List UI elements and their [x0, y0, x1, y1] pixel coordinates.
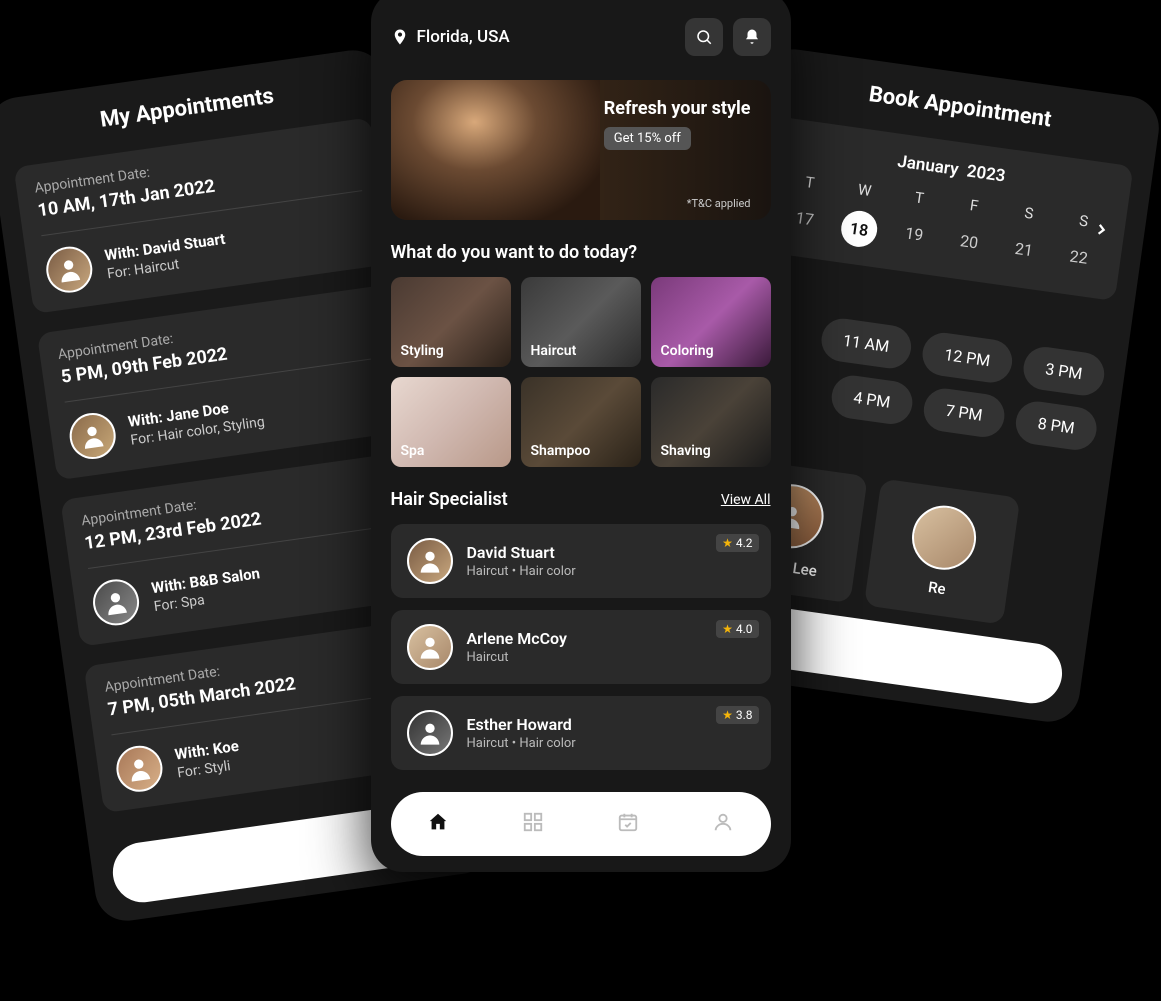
category-styling[interactable]: Styling — [391, 277, 511, 367]
promo-image — [391, 80, 600, 220]
bell-icon — [743, 28, 761, 46]
home-screen: Florida, USA Refresh your style Get 15% … — [371, 0, 791, 872]
calendar-day-selected[interactable]: 18 — [839, 209, 880, 250]
time-slot[interactable]: 8 PM — [1013, 399, 1099, 453]
category-coloring[interactable]: Coloring — [651, 277, 771, 367]
notifications-button[interactable] — [733, 18, 771, 56]
rating-badge: ★4.2 — [716, 534, 758, 552]
avatar — [908, 502, 980, 574]
calendar-day[interactable]: 22 — [1050, 238, 1106, 281]
search-icon — [695, 28, 713, 46]
specialist-name: Esther Howard — [467, 715, 576, 734]
time-slot[interactable]: 12 PM — [920, 330, 1015, 385]
time-slot[interactable]: 11 AM — [818, 316, 913, 371]
nav-calendar[interactable] — [617, 811, 639, 837]
avatar — [113, 743, 165, 795]
promo-banner[interactable]: Refresh your style Get 15% off *T&C appl… — [391, 80, 771, 220]
avatar — [90, 576, 142, 628]
location-text: Florida, USA — [417, 27, 510, 47]
nav-grid[interactable] — [522, 811, 544, 837]
category-shampoo[interactable]: Shampoo — [521, 377, 641, 467]
calendar-card: January 2023 TWT FSS 17 18 19 20 21 22 — [758, 116, 1133, 301]
avatar — [43, 244, 95, 296]
specialist-card[interactable]: David Stuart Haircut • Hair color ★4.2 — [391, 524, 771, 598]
specialist-services: Haircut • Hair color — [467, 736, 576, 751]
specialist-header: Hair Specialist View All — [391, 489, 771, 510]
promo-offer-pill: Get 15% off — [604, 127, 691, 150]
avatar — [407, 538, 453, 584]
specialist-mini-card[interactable]: Re — [864, 478, 1020, 624]
bottom-nav — [391, 792, 771, 856]
time-slot[interactable]: 3 PM — [1021, 344, 1107, 398]
location-display[interactable]: Florida, USA — [391, 27, 510, 47]
specialist-card[interactable]: Arlene McCoy Haircut ★4.0 — [391, 610, 771, 684]
search-button[interactable] — [685, 18, 723, 56]
top-bar: Florida, USA — [391, 12, 771, 62]
promo-terms: *T&C applied — [687, 197, 751, 210]
rating-badge: ★3.8 — [716, 706, 758, 724]
nav-home[interactable] — [427, 811, 449, 837]
calendar-day[interactable]: 19 — [886, 215, 942, 258]
category-shaving[interactable]: Shaving — [651, 377, 771, 467]
home-icon[interactable] — [290, 842, 293, 861]
avatar — [407, 624, 453, 670]
calendar-day[interactable]: 21 — [996, 231, 1052, 274]
chevron-right-icon[interactable] — [1091, 219, 1112, 243]
specialist-services: Haircut • Hair color — [467, 564, 576, 579]
appointment-card[interactable]: Appointment Date: 5 PM, 09th Feb 2022 Wi… — [37, 284, 414, 481]
time-slot[interactable]: 7 PM — [921, 386, 1007, 440]
avatar — [407, 710, 453, 756]
specialist-name: David Stuart — [467, 543, 576, 562]
star-icon: ★ — [722, 708, 733, 722]
promo-title: Refresh your style — [604, 98, 751, 119]
specialist-card[interactable]: Esther Howard Haircut • Hair color ★3.8 — [391, 696, 771, 770]
specialist-title: Hair Specialist — [391, 489, 508, 510]
specialist-name: Re — [927, 578, 947, 598]
rating-badge: ★4.0 — [716, 620, 758, 638]
calendar-day[interactable]: 20 — [941, 223, 997, 266]
nav-profile[interactable] — [712, 811, 734, 837]
star-icon: ★ — [722, 622, 733, 636]
category-grid: Styling Haircut Coloring Spa Shampoo Sha… — [391, 277, 771, 467]
category-question: What do you want to do today? — [391, 242, 771, 263]
avatar — [67, 410, 119, 462]
view-all-link[interactable]: View All — [721, 492, 771, 508]
category-spa[interactable]: Spa — [391, 377, 511, 467]
appointment-card[interactable]: Appointment Date: 10 AM, 17th Jan 2022 W… — [14, 117, 391, 314]
time-slot[interactable]: 4 PM — [829, 373, 915, 427]
location-pin-icon — [391, 28, 409, 46]
specialist-name: Arlene McCoy — [467, 629, 567, 648]
star-icon: ★ — [722, 536, 733, 550]
specialist-services: Haircut — [467, 650, 567, 665]
category-haircut[interactable]: Haircut — [521, 277, 641, 367]
